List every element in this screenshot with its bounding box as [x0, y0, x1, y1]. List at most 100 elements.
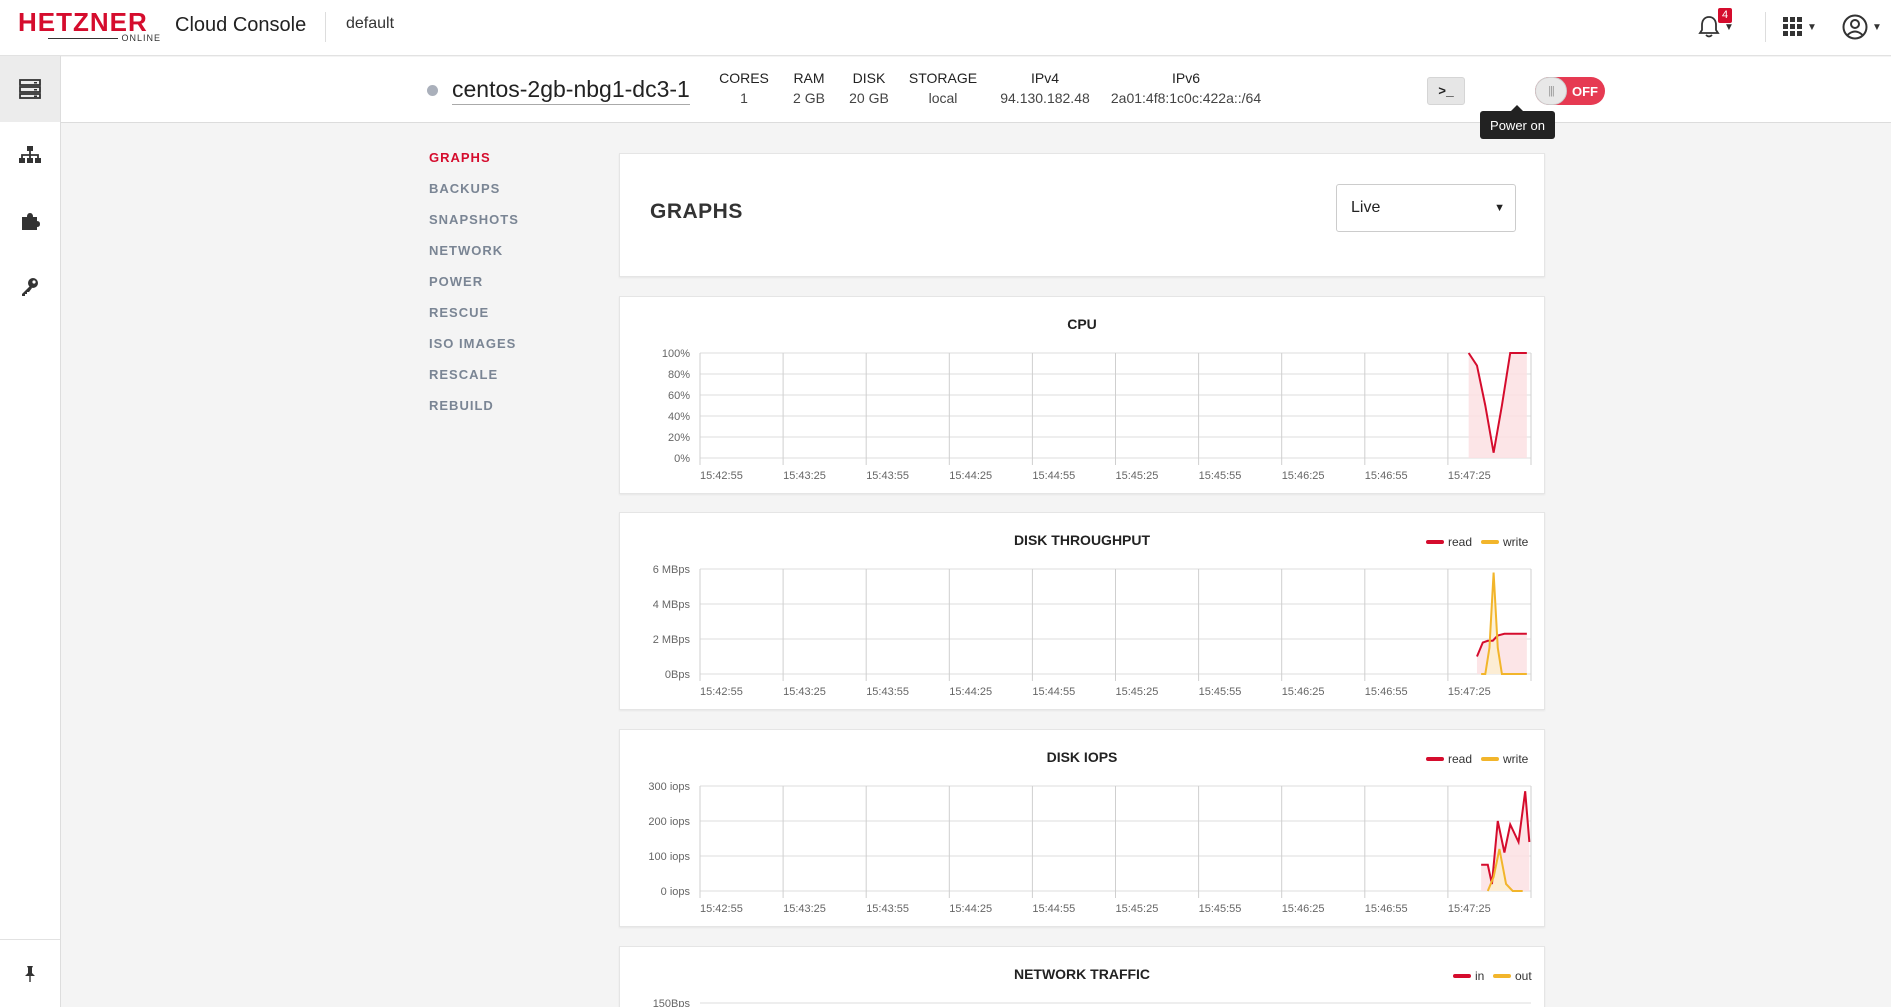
y-tick-label: 100 iops — [648, 851, 690, 863]
logo-brand: HETZNER — [18, 7, 148, 37]
project-selector[interactable]: default — [346, 15, 394, 33]
console-button[interactable]: >_ — [1427, 77, 1465, 105]
app-title[interactable]: Cloud Console — [175, 14, 306, 37]
x-tick-label: 15:47:25 — [1448, 686, 1491, 698]
x-tick-label: 15:47:25 — [1448, 903, 1491, 915]
bell-icon — [1698, 16, 1720, 38]
x-tick-label: 15:45:55 — [1199, 470, 1242, 482]
x-tick-label: 15:42:55 — [700, 686, 743, 698]
rail-item-security[interactable] — [0, 254, 60, 320]
legend-label-read: read — [1448, 535, 1472, 549]
time-range-select[interactable]: Live ▼ — [1336, 184, 1516, 232]
y-tick-label: 150Bps — [653, 998, 691, 1007]
rail-item-addons[interactable] — [0, 188, 60, 254]
disk-iops-chart-card: DISK IOPS read write 300 iops 200 iops 100 io… — [619, 729, 1545, 927]
x-tick-label: 15:45:25 — [1116, 470, 1159, 482]
network-traffic-title: NETWORK TRAFFIC — [1014, 966, 1150, 982]
disk-throughput-chart: DISK THROUGHPUT read write 6 MBps 4 MBps 2 MB… — [653, 532, 1532, 698]
y-tick-label: 40% — [668, 411, 690, 423]
x-tick-label: 15:43:25 — [783, 470, 826, 482]
spec-label: IPv4 — [1030, 70, 1059, 86]
spec-ipv4: IPv4 94.130.182.48 — [990, 70, 1100, 106]
x-tick-label: 15:45:25 — [1116, 903, 1159, 915]
spec-label: DISK — [852, 70, 886, 86]
server-subnav: GRAPHS BACKUPS SNAPSHOTS NETWORK POWER R… — [429, 150, 519, 429]
power-toggle[interactable]: ||| OFF — [1535, 77, 1605, 105]
cpu-chart-card: CPU 100% 80% 60% 40% 20% 0% 15:42:55 15:43:25 15:… — [619, 296, 1545, 494]
notification-badge: 4 — [1718, 8, 1733, 23]
power-tooltip: Power on — [1480, 105, 1555, 139]
legend-label-write: write — [1502, 752, 1529, 766]
x-tick-label: 15:46:25 — [1282, 686, 1325, 698]
key-icon — [22, 278, 38, 296]
rail-item-servers[interactable] — [0, 56, 60, 122]
y-tick-label: 0 iops — [661, 886, 691, 898]
y-tick-label: 20% — [668, 432, 690, 444]
subnav-power[interactable]: POWER — [429, 274, 519, 305]
x-tick-label: 15:43:55 — [866, 470, 909, 482]
subnav-snapshots[interactable]: SNAPSHOTS — [429, 212, 519, 243]
legend-label-in: in — [1475, 969, 1484, 983]
toggle-knob-grip-icon: ||| — [1535, 77, 1567, 105]
x-tick-label: 15:44:25 — [949, 470, 992, 482]
subnav-rescue[interactable]: RESCUE — [429, 305, 519, 336]
x-tick-label: 15:45:55 — [1199, 686, 1242, 698]
x-tick-label: 15:45:25 — [1116, 686, 1159, 698]
x-tick-label: 15:46:55 — [1365, 470, 1408, 482]
x-tick-label: 15:45:55 — [1199, 903, 1242, 915]
y-tick-label: 200 iops — [648, 816, 690, 828]
subnav-graphs[interactable]: GRAPHS — [429, 150, 519, 181]
hetzner-logo[interactable]: HETZNER ONLINE — [18, 7, 163, 43]
server-header: centos-2gb-nbg1-dc3-1 CORES 1 RAM 2 GB D… — [61, 57, 1891, 123]
x-tick-label: 15:47:25 — [1448, 470, 1491, 482]
legend-label-out: out — [1515, 969, 1532, 983]
graphs-heading: GRAPHS — [650, 200, 743, 223]
chevron-down-icon: ▼ — [1807, 21, 1817, 33]
x-tick-label: 15:43:25 — [783, 686, 826, 698]
spec-value: 20 GB — [849, 90, 889, 106]
top-bar: HETZNER ONLINE Cloud Console default ▼ 4… — [0, 0, 1891, 56]
x-tick-label: 15:43:55 — [866, 903, 909, 915]
subnav-backups[interactable]: BACKUPS — [429, 181, 519, 212]
spec-value[interactable]: 94.130.182.48 — [990, 90, 1100, 106]
y-tick-label: 2 MBps — [653, 634, 691, 646]
logo-line — [48, 38, 118, 39]
x-tick-label: 15:46:25 — [1282, 470, 1325, 482]
spec-value[interactable]: 2a01:4f8:1c0c:422a::/64 — [1106, 90, 1266, 106]
subnav-iso-images[interactable]: ISO IMAGES — [429, 336, 519, 367]
x-tick-label: 15:43:25 — [783, 903, 826, 915]
disk-throughput-title: DISK THROUGHPUT — [1014, 532, 1151, 548]
account-menu-button[interactable]: ▼ — [1842, 10, 1882, 44]
y-tick-label: 300 iops — [648, 781, 690, 793]
y-tick-label: 6 MBps — [653, 564, 691, 576]
y-tick-label: 100% — [662, 348, 690, 360]
x-tick-label: 15:46:25 — [1282, 903, 1325, 915]
spec-label: STORAGE — [908, 70, 978, 86]
x-tick-label: 15:43:55 — [866, 686, 909, 698]
pin-sidebar-button[interactable] — [0, 939, 60, 1007]
rail-item-networks[interactable] — [0, 122, 60, 188]
disk-throughput-chart-card: DISK THROUGHPUT read write 6 MBps 4 MBps 2 MB… — [619, 512, 1545, 710]
network-traffic-chart-card: NETWORK TRAFFIC in out 150Bps — [619, 946, 1545, 1007]
header-divider — [325, 12, 326, 42]
y-tick-label: 4 MBps — [653, 599, 691, 611]
spec-label: CORES — [719, 70, 769, 86]
x-tick-label: 15:46:55 — [1365, 903, 1408, 915]
spec-label: IPv6 — [1171, 70, 1200, 86]
header-divider — [1765, 12, 1766, 42]
chevron-down-icon: ▼ — [1724, 21, 1734, 33]
pin-icon — [25, 965, 35, 982]
subnav-rescale[interactable]: RESCALE — [429, 367, 519, 398]
subnav-network[interactable]: NETWORK — [429, 243, 519, 274]
user-icon — [1842, 14, 1868, 40]
server-name[interactable]: centos-2gb-nbg1-dc3-1 — [452, 76, 690, 105]
chevron-down-icon: ▼ — [1872, 21, 1882, 33]
apps-menu-button[interactable]: ▼ — [1783, 10, 1817, 44]
spec-ram: RAM 2 GB — [781, 70, 837, 106]
network-traffic-chart: NETWORK TRAFFIC in out 150Bps — [653, 966, 1533, 1007]
y-tick-label: 0% — [674, 453, 690, 465]
y-tick-label: 80% — [668, 369, 690, 381]
subnav-rebuild[interactable]: REBUILD — [429, 398, 519, 429]
power-state-label: OFF — [1572, 84, 1598, 99]
x-tick-label: 15:42:55 — [700, 470, 743, 482]
